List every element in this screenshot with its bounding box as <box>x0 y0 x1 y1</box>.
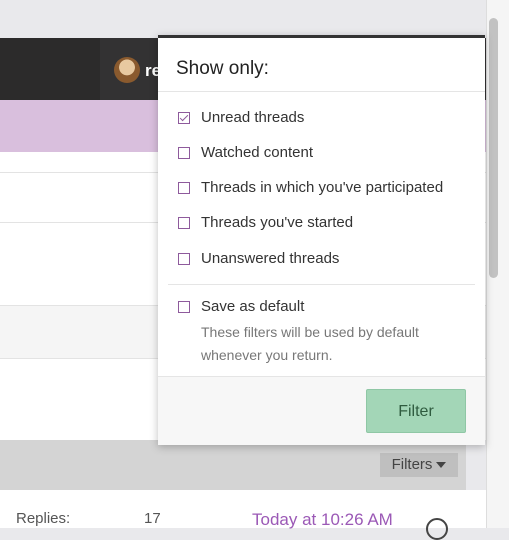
checkbox[interactable] <box>178 217 190 229</box>
filter-menu-title: Show only: <box>176 58 269 79</box>
option-label: Save as default <box>201 298 305 315</box>
scrollbar-thumb[interactable] <box>489 18 498 278</box>
checkbox[interactable] <box>178 253 190 265</box>
checkbox[interactable] <box>178 182 190 194</box>
option-label: Watched content <box>201 144 314 161</box>
replies-label: Replies: <box>16 510 71 527</box>
filter-menu-popup: Show only: Unread threads Watched conten… <box>158 35 485 445</box>
latest-post-time-link[interactable]: Today at 10:26 AM <box>252 510 393 530</box>
checkbox-checked[interactable] <box>178 112 190 124</box>
filter-submit-button[interactable]: Filter <box>366 389 466 433</box>
option-label: Threads in which you've participated <box>201 179 444 196</box>
replies-count: 17 <box>144 510 161 527</box>
filters-dropdown-button[interactable]: Filters <box>380 453 458 477</box>
menu-divider <box>158 91 485 92</box>
thread-icon <box>426 518 448 540</box>
thread-row <box>0 490 486 528</box>
caret-down-icon <box>436 462 447 469</box>
user-avatar[interactable] <box>114 57 140 83</box>
option-label: Threads you've started <box>201 214 354 231</box>
menu-divider <box>168 284 475 285</box>
option-label: Unanswered threads <box>201 250 340 267</box>
save-default-description: These filters will be used by default wh… <box>201 324 419 363</box>
option-label: Unread threads <box>201 109 305 126</box>
filters-label: Filters <box>391 456 433 473</box>
checkbox[interactable] <box>178 301 190 313</box>
checkbox[interactable] <box>178 147 190 159</box>
